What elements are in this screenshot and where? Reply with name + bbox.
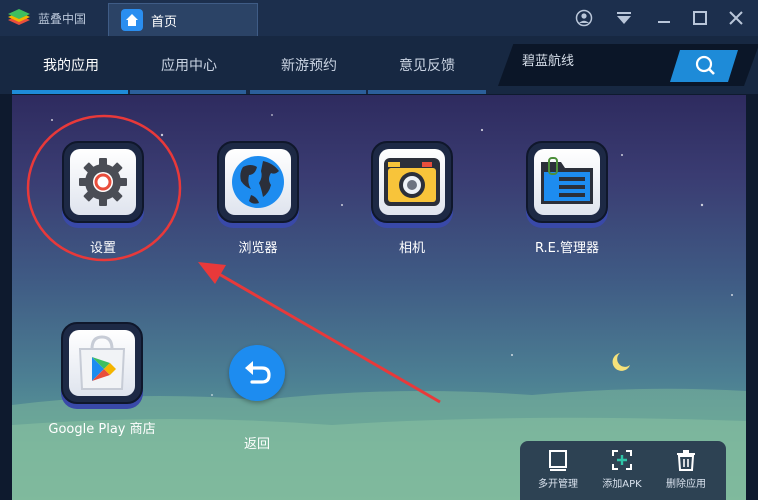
nav-bar: 我的应用 应用中心 新游预约 意见反馈 碧蓝航线: [0, 36, 758, 94]
search-button[interactable]: [670, 50, 738, 82]
tool-label: 添加APK: [602, 479, 642, 490]
app-google-play[interactable]: Google Play 商店: [32, 322, 172, 437]
multi-instance-icon: [547, 449, 569, 471]
tab-label: 我的应用: [43, 58, 99, 74]
bluestacks-logo-icon: [6, 9, 32, 27]
tab-label: 新游预约: [281, 58, 337, 74]
app-icon-frame: [526, 141, 608, 223]
app-label: 返回: [243, 437, 270, 452]
brand: 蓝叠中国: [6, 0, 106, 36]
tab-game-reservation[interactable]: 新游预约: [250, 36, 368, 94]
multi-instance-button[interactable]: 多开管理: [528, 449, 588, 490]
tool-label: 多开管理: [538, 479, 578, 490]
account-icon[interactable]: [572, 6, 596, 30]
maximize-icon[interactable]: [688, 6, 712, 30]
back-button[interactable]: [229, 345, 285, 401]
brand-name: 蓝叠中国: [38, 11, 87, 26]
app-grid-area: 设置 浏览器 相机 R.E.管理器 Google Play 商店 返回: [12, 95, 746, 500]
app-icon-frame: [217, 141, 299, 223]
add-apk-button[interactable]: 添加APK: [592, 449, 652, 490]
app-label: 设置: [89, 241, 116, 256]
play-store-icon: [78, 335, 126, 390]
tab-underline: [368, 90, 486, 94]
app-settings[interactable]: 设置: [48, 141, 158, 256]
app-back[interactable]: 返回: [202, 345, 312, 452]
app-icon-frame: [62, 141, 144, 223]
title-bar: 蓝叠中国 首页: [0, 0, 758, 36]
home-icon: [121, 9, 143, 31]
bottom-toolbar: 多开管理 添加APK 删除应用: [520, 441, 726, 500]
camera-icon: [384, 158, 440, 206]
tool-label: 删除应用: [666, 479, 706, 490]
app-re-manager[interactable]: R.E.管理器: [512, 141, 622, 256]
app-camera[interactable]: 相机: [357, 141, 467, 256]
tab-my-apps[interactable]: 我的应用: [12, 36, 130, 94]
folder-icon: [541, 157, 593, 204]
app-label: 相机: [398, 241, 425, 256]
tab-app-center[interactable]: 应用中心: [130, 36, 248, 94]
settings-gear-icon: [79, 158, 127, 206]
tab-feedback[interactable]: 意见反馈: [368, 36, 486, 94]
pointer-arrow-head: [198, 262, 226, 284]
delete-app-button[interactable]: 删除应用: [656, 449, 716, 490]
tab-underline: [250, 90, 366, 94]
app-icon-frame: [61, 322, 143, 404]
add-apk-icon: [611, 449, 633, 471]
back-arrow-icon: [245, 361, 271, 384]
tab-label: 意见反馈: [399, 58, 455, 74]
app-label: 浏览器: [238, 241, 278, 256]
trash-icon: [675, 449, 697, 471]
dropdown-menu-icon[interactable]: [612, 6, 636, 30]
globe-icon: [232, 156, 284, 208]
search-box[interactable]: 碧蓝航线: [498, 44, 758, 86]
tab-label: 应用中心: [161, 58, 217, 74]
app-icon-frame: [371, 141, 453, 223]
tab-underline: [130, 90, 246, 94]
search-input[interactable]: 碧蓝航线: [522, 44, 574, 86]
app-label: Google Play 商店: [48, 422, 156, 437]
home-tab[interactable]: 首页: [108, 3, 258, 36]
app-label: R.E.管理器: [534, 241, 600, 256]
home-tab-label: 首页: [151, 14, 178, 30]
tab-underline-active: [12, 90, 128, 94]
close-icon[interactable]: [724, 6, 748, 30]
app-browser[interactable]: 浏览器: [203, 141, 313, 256]
minimize-icon[interactable]: [652, 6, 676, 30]
